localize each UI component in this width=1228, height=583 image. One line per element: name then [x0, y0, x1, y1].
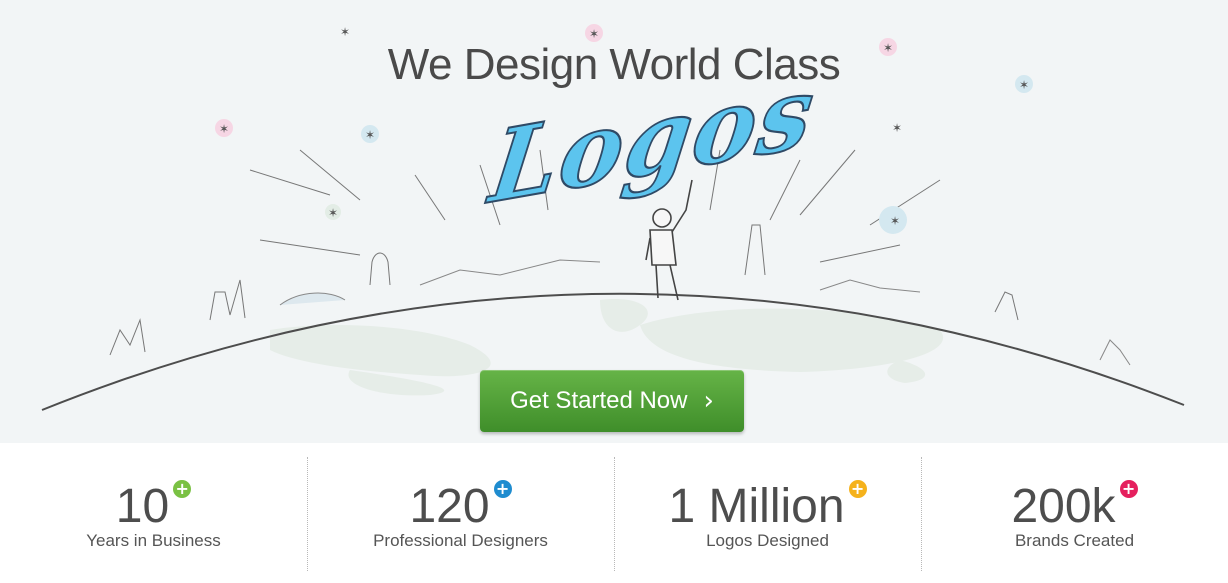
plus-icon: + [173, 480, 192, 498]
stat-value: 1 Million [668, 480, 845, 533]
chevron-right-icon: › [703, 386, 714, 416]
stat-logos: 1 Million + Logos Designed [614, 443, 921, 583]
stat-designers: 120 + Professional Designers [307, 443, 614, 583]
stat-brands: 200k + Brands Created [921, 443, 1228, 583]
stat-label: Years in Business [86, 531, 221, 550]
svg-text:✶: ✶ [340, 25, 350, 39]
svg-text:✶: ✶ [328, 206, 338, 220]
hero-headline: We Design World Class [387, 40, 841, 89]
get-started-label: Get Started Now [510, 387, 688, 414]
stat-label: Brands Created [1014, 531, 1135, 550]
get-started-button[interactable]: Get Started Now › [480, 370, 744, 432]
svg-text:✶: ✶ [365, 128, 375, 142]
hero-section: ✶ ✶ ✶ ✶ ✶ ✶ ✶ ✶ ✶ We Design World Class … [0, 0, 1228, 443]
svg-text:✶: ✶ [892, 121, 902, 135]
stat-label: Logos Designed [706, 531, 829, 550]
stat-value: 200k [1011, 480, 1116, 533]
stat-value: 10 [115, 480, 170, 533]
plus-icon: + [1119, 480, 1138, 498]
svg-text:✶: ✶ [589, 27, 599, 41]
stat-value: 120 [409, 480, 490, 533]
stats-bar: 10 + Years in Business 120 + Professional … [0, 443, 1228, 583]
stat-label: Professional Designers [373, 531, 548, 550]
plus-icon: + [848, 480, 867, 498]
plus-icon: + [493, 480, 512, 498]
stat-years: 10 + Years in Business [0, 443, 307, 583]
svg-text:✶: ✶ [890, 214, 900, 228]
svg-text:✶: ✶ [219, 122, 229, 136]
